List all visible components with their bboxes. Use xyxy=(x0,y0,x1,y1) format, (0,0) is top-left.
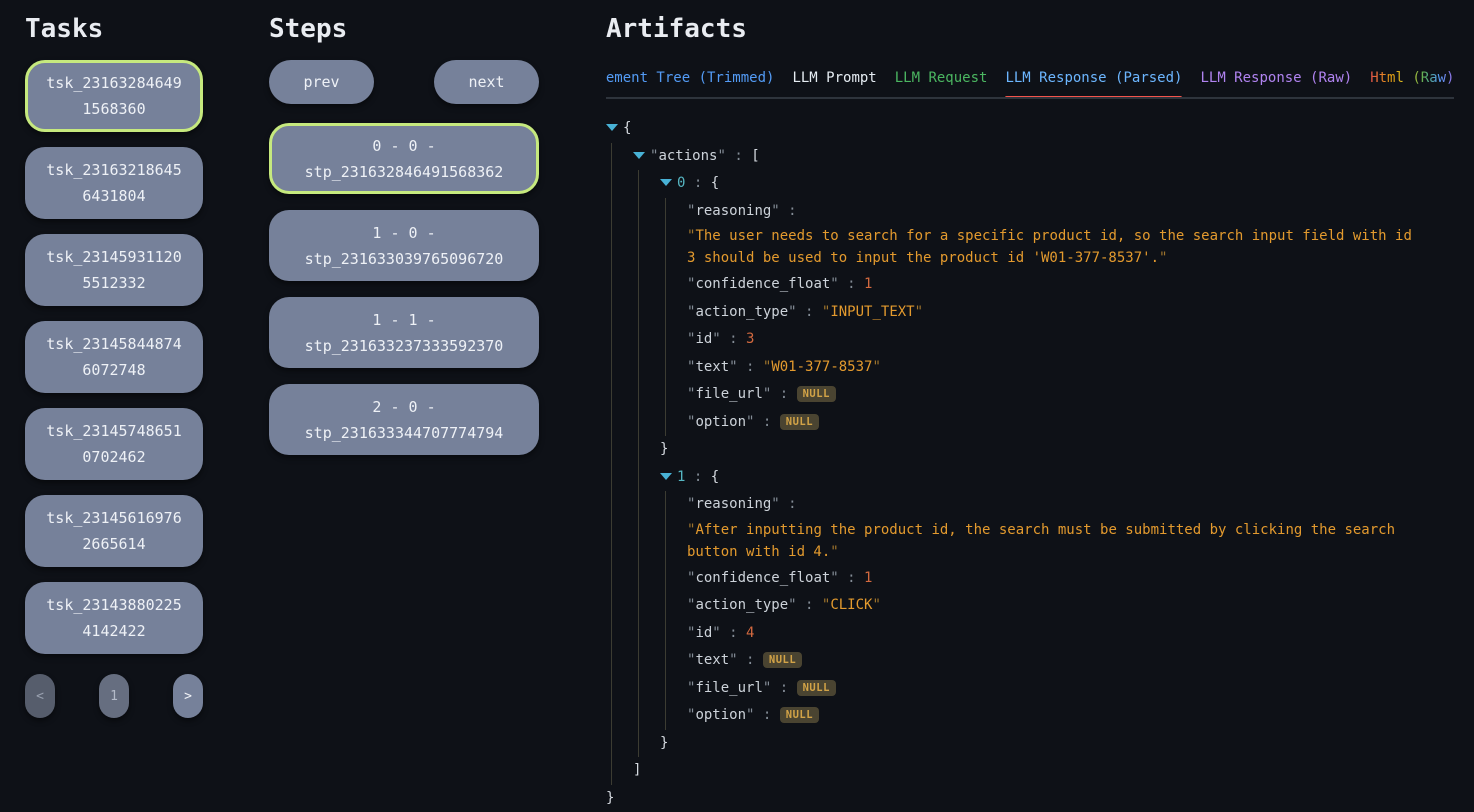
json-line: "confidence_float" : 1 xyxy=(687,271,1454,299)
collapse-toggle-icon[interactable] xyxy=(660,179,672,186)
json-line: "text" : NULL xyxy=(687,647,1454,675)
steps-nav: prev next xyxy=(269,60,539,104)
step-button[interactable]: 1 - 0 - stp_231633039765096720 xyxy=(269,210,539,281)
steps-list: 0 - 0 - stp_231632846491568362 1 - 0 - st… xyxy=(269,123,606,455)
tab-html-raw[interactable]: Html (Raw) xyxy=(1370,68,1454,97)
json-line: } xyxy=(660,730,1454,758)
json-line: "reasoning" : xyxy=(687,491,1454,519)
app-root: Tasks tsk_231632846491568360 tsk_23163218… xyxy=(0,0,1474,800)
task-button[interactable]: tsk_231632186456431804 xyxy=(25,147,203,219)
json-string-value: "After inputting the product id, the sea… xyxy=(687,519,1417,563)
pagination-prev-button[interactable]: < xyxy=(25,674,55,718)
json-line: "actions" : [ xyxy=(633,143,1454,171)
task-button[interactable]: tsk_231458448746072748 xyxy=(25,321,203,393)
json-line: "action_type" : "CLICK" xyxy=(687,592,1454,620)
json-line: "id" : 4 xyxy=(687,620,1454,648)
json-children: "reasoning" : "The user needs to search … xyxy=(665,198,1454,437)
prev-step-button[interactable]: prev xyxy=(269,60,374,104)
task-button[interactable]: tsk_231632846491568360 xyxy=(25,60,203,132)
json-line: 0 : { xyxy=(660,170,1454,198)
json-children: "actions" : [0 : {"reasoning" : "The use… xyxy=(611,143,1454,785)
step-button[interactable]: 0 - 0 - stp_231632846491568362 xyxy=(269,123,539,194)
json-tree-viewer: {"actions" : [0 : {"reasoning" : "The us… xyxy=(606,115,1454,812)
null-badge: NULL xyxy=(780,414,819,430)
tasks-pagination: < 1 > xyxy=(25,674,203,718)
next-step-button[interactable]: next xyxy=(434,60,539,104)
tasks-list: tsk_231632846491568360 tsk_23163218645643… xyxy=(25,60,269,654)
collapse-toggle-icon[interactable] xyxy=(633,152,645,159)
null-badge: NULL xyxy=(797,680,836,696)
json-line: } xyxy=(606,785,1454,812)
tab-llm-prompt[interactable]: LLM Prompt xyxy=(792,68,876,97)
tab-llm-request[interactable]: LLM Request xyxy=(895,68,988,97)
tasks-panel: Tasks tsk_231632846491568360 tsk_23163218… xyxy=(0,0,269,800)
json-line: { xyxy=(606,115,1454,143)
json-string-value: "The user needs to search for a specific… xyxy=(687,225,1417,269)
json-line: ] xyxy=(633,757,1454,785)
pagination-next-button[interactable]: > xyxy=(173,674,203,718)
artifacts-panel: Artifacts Element Tree (Trimmed) LLM Prom… xyxy=(606,0,1474,800)
task-button[interactable]: tsk_231438802254142422 xyxy=(25,582,203,654)
task-button[interactable]: tsk_231459311205512332 xyxy=(25,234,203,306)
json-line: "option" : NULL xyxy=(687,409,1454,437)
json-line: "text" : "W01-377-8537" xyxy=(687,354,1454,382)
json-line: "file_url" : NULL xyxy=(687,675,1454,703)
artifacts-tab-bar: Element Tree (Trimmed) LLM Prompt LLM Requ… xyxy=(606,68,1454,99)
json-line: } xyxy=(660,436,1454,464)
task-button[interactable]: tsk_231457486510702462 xyxy=(25,408,203,480)
json-line: "option" : NULL xyxy=(687,702,1454,730)
null-badge: NULL xyxy=(763,652,802,668)
step-button[interactable]: 2 - 0 - stp_231633344707774794 xyxy=(269,384,539,455)
collapse-toggle-icon[interactable] xyxy=(606,124,618,131)
json-line: 1 : { xyxy=(660,464,1454,492)
tab-llm-response-parsed[interactable]: LLM Response (Parsed) xyxy=(1005,68,1182,97)
null-badge: NULL xyxy=(797,386,836,402)
json-line: "reasoning" : xyxy=(687,198,1454,226)
json-line: "id" : 3 xyxy=(687,326,1454,354)
json-line: "action_type" : "INPUT_TEXT" xyxy=(687,299,1454,327)
tasks-title: Tasks xyxy=(25,14,269,44)
json-line: "file_url" : NULL xyxy=(687,381,1454,409)
steps-panel: Steps prev next 0 - 0 - stp_231632846491… xyxy=(269,0,606,800)
tab-llm-response-raw[interactable]: LLM Response (Raw) xyxy=(1200,68,1352,97)
steps-title: Steps xyxy=(269,14,606,44)
null-badge: NULL xyxy=(780,707,819,723)
pagination-page-1-button[interactable]: 1 xyxy=(99,674,129,718)
json-line: "confidence_float" : 1 xyxy=(687,565,1454,593)
artifacts-title: Artifacts xyxy=(606,14,1454,44)
json-children: "reasoning" : "After inputting the produ… xyxy=(665,491,1454,730)
collapse-toggle-icon[interactable] xyxy=(660,473,672,480)
step-button[interactable]: 1 - 1 - stp_231633237333592370 xyxy=(269,297,539,368)
json-children: 0 : {"reasoning" : "The user needs to se… xyxy=(638,170,1454,757)
tab-element-tree-trimmed[interactable]: Element Tree (Trimmed) xyxy=(606,68,774,97)
task-button[interactable]: tsk_231456169762665614 xyxy=(25,495,203,567)
